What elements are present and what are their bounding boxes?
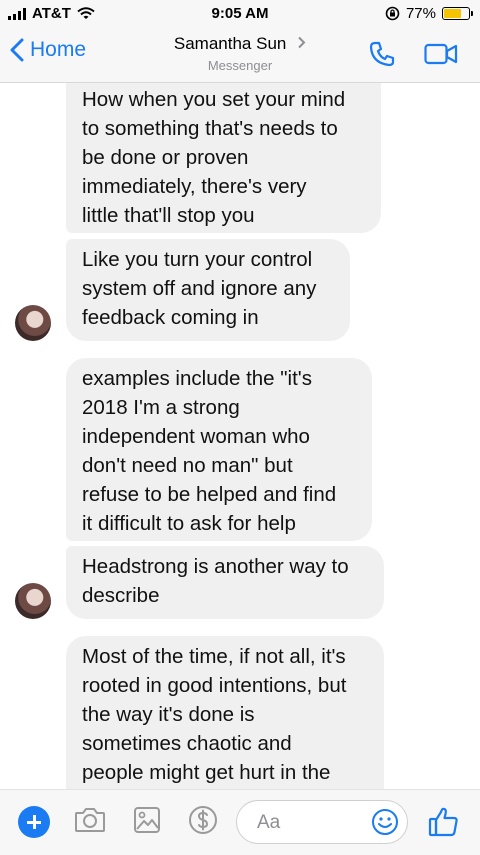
battery-fill [444, 9, 461, 18]
video-call-icon[interactable] [424, 42, 458, 66]
message-bubble[interactable]: Headstrong is another way to describe [66, 546, 384, 619]
status-bar: AT&T 9:05 AM 77% [0, 0, 480, 28]
message-input[interactable]: Aa [236, 800, 408, 844]
phone-call-icon[interactable] [368, 40, 396, 68]
battery-percent: 77% [405, 5, 436, 22]
image-icon[interactable] [133, 805, 161, 835]
contact-avatar[interactable] [15, 305, 51, 341]
message-thread[interactable]: How when you set your mind to something … [0, 83, 480, 789]
message-composer: Aa [0, 789, 480, 855]
emoji-icon[interactable] [371, 808, 399, 836]
status-right: 77% [385, 5, 473, 22]
message-input-placeholder: Aa [257, 812, 281, 833]
camera-icon[interactable] [74, 805, 106, 835]
conversation-header: Home Samantha Sun Messenger [0, 28, 480, 83]
header-actions [368, 40, 458, 68]
message-bubble[interactable]: Most of the time, if not all, it's roote… [66, 636, 384, 789]
message-bubble[interactable]: How when you set your mind to something … [66, 83, 381, 233]
message-bubble[interactable]: examples include the "it's 2018 I'm a st… [66, 358, 372, 541]
battery-icon [442, 7, 473, 20]
thumbs-up-icon[interactable] [428, 806, 460, 838]
rotation-lock-icon [385, 6, 400, 21]
contact-name: Samantha Sun [173, 34, 287, 53]
contact-avatar[interactable] [15, 583, 51, 619]
message-bubble[interactable]: Like you turn your control system off an… [66, 239, 350, 341]
payment-icon[interactable] [188, 805, 218, 835]
plus-icon[interactable] [18, 806, 50, 838]
chevron-right-icon [298, 36, 306, 49]
